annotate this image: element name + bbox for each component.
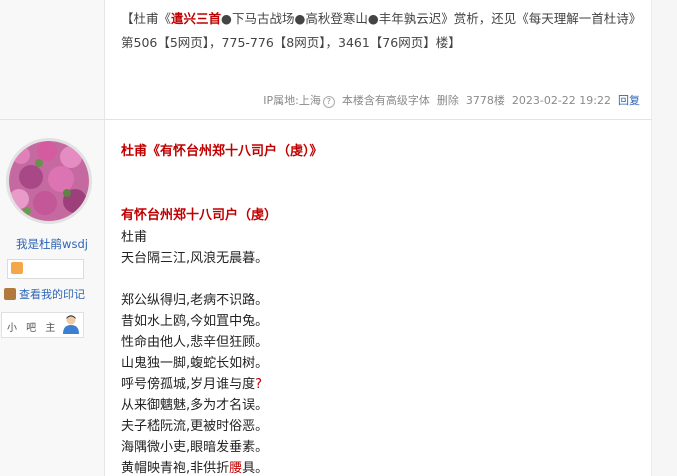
poem-line: 郑公纵得归,老病不识路。 — [121, 293, 269, 308]
moderator-person-icon — [63, 315, 79, 334]
flower-avatar-icon — [9, 141, 89, 221]
username[interactable]: 我是杜鹃wsdj — [0, 236, 104, 252]
floor-number: 3778楼 — [465, 94, 505, 107]
moderator-badge: 小 吧 主 — [1, 312, 84, 338]
right-scroll-gutter — [651, 0, 677, 476]
red-question-mark: ? — [255, 377, 263, 392]
question-icon[interactable]: ? — [322, 96, 335, 108]
level-badge-icon — [11, 262, 23, 274]
level-box — [7, 259, 84, 279]
imprint-label: 查看我的印记 — [19, 288, 85, 301]
poem-line: 从来御魑魅,多为才名误。 — [121, 398, 269, 413]
poem-line: 呼号傍孤城,岁月谁与度? — [121, 377, 263, 392]
ip-location: IP属地:上海? — [263, 92, 335, 108]
imprint-link[interactable]: 查看我的印记 — [4, 286, 85, 302]
post-time: 2023-02-22 19:22 — [511, 93, 611, 107]
delete-link[interactable]: 删除 — [437, 92, 459, 108]
prev-text-part-1: 【杜甫《 — [121, 11, 172, 26]
reply-link[interactable]: 回复 — [618, 92, 640, 108]
poem-line: 天台隔三江,风浪无晨暮。 — [121, 251, 269, 266]
post-divider — [0, 119, 652, 120]
poem-line: 海隅微小吏,眼暗发垂素。 — [121, 440, 269, 455]
poem-line: 昔如水上鸥,今如罝中兔。 — [121, 314, 269, 329]
red-character: 腰 — [229, 461, 243, 476]
avatar[interactable] — [6, 138, 92, 224]
poem-line: 黄帽映青袍,非供折腰具。 — [121, 461, 269, 476]
prev-text-red-link[interactable]: 遣兴三首 — [171, 11, 221, 26]
font-notice: 本楼含有高级字体 — [341, 94, 430, 107]
post-meta: IP属地:上海? 本楼含有高级字体 删除 3778楼 2023-02-22 19… — [263, 92, 640, 108]
poem-line: 夫子嵇阮流,更被时俗恶。 — [121, 419, 269, 434]
poem-title: 有怀台州郑十八司户（虔） — [121, 208, 278, 223]
poem-line: 山鬼独一脚,蝮蛇长如树。 — [121, 356, 269, 371]
poem-author: 杜甫 — [121, 230, 148, 245]
imprint-icon — [4, 288, 16, 300]
post-heading: 杜甫《有怀台州郑十八司户（虔）》 — [121, 144, 323, 159]
previous-post-text: 【杜甫《遣兴三首●下马古战场●高秋登寒山●丰年孰云迟》赏析，还见《每天理解一首杜… — [121, 7, 641, 55]
moderator-label: 小 吧 主 — [7, 323, 59, 334]
poem-line: 性命由他人,悲辛但狂顾。 — [121, 335, 269, 350]
